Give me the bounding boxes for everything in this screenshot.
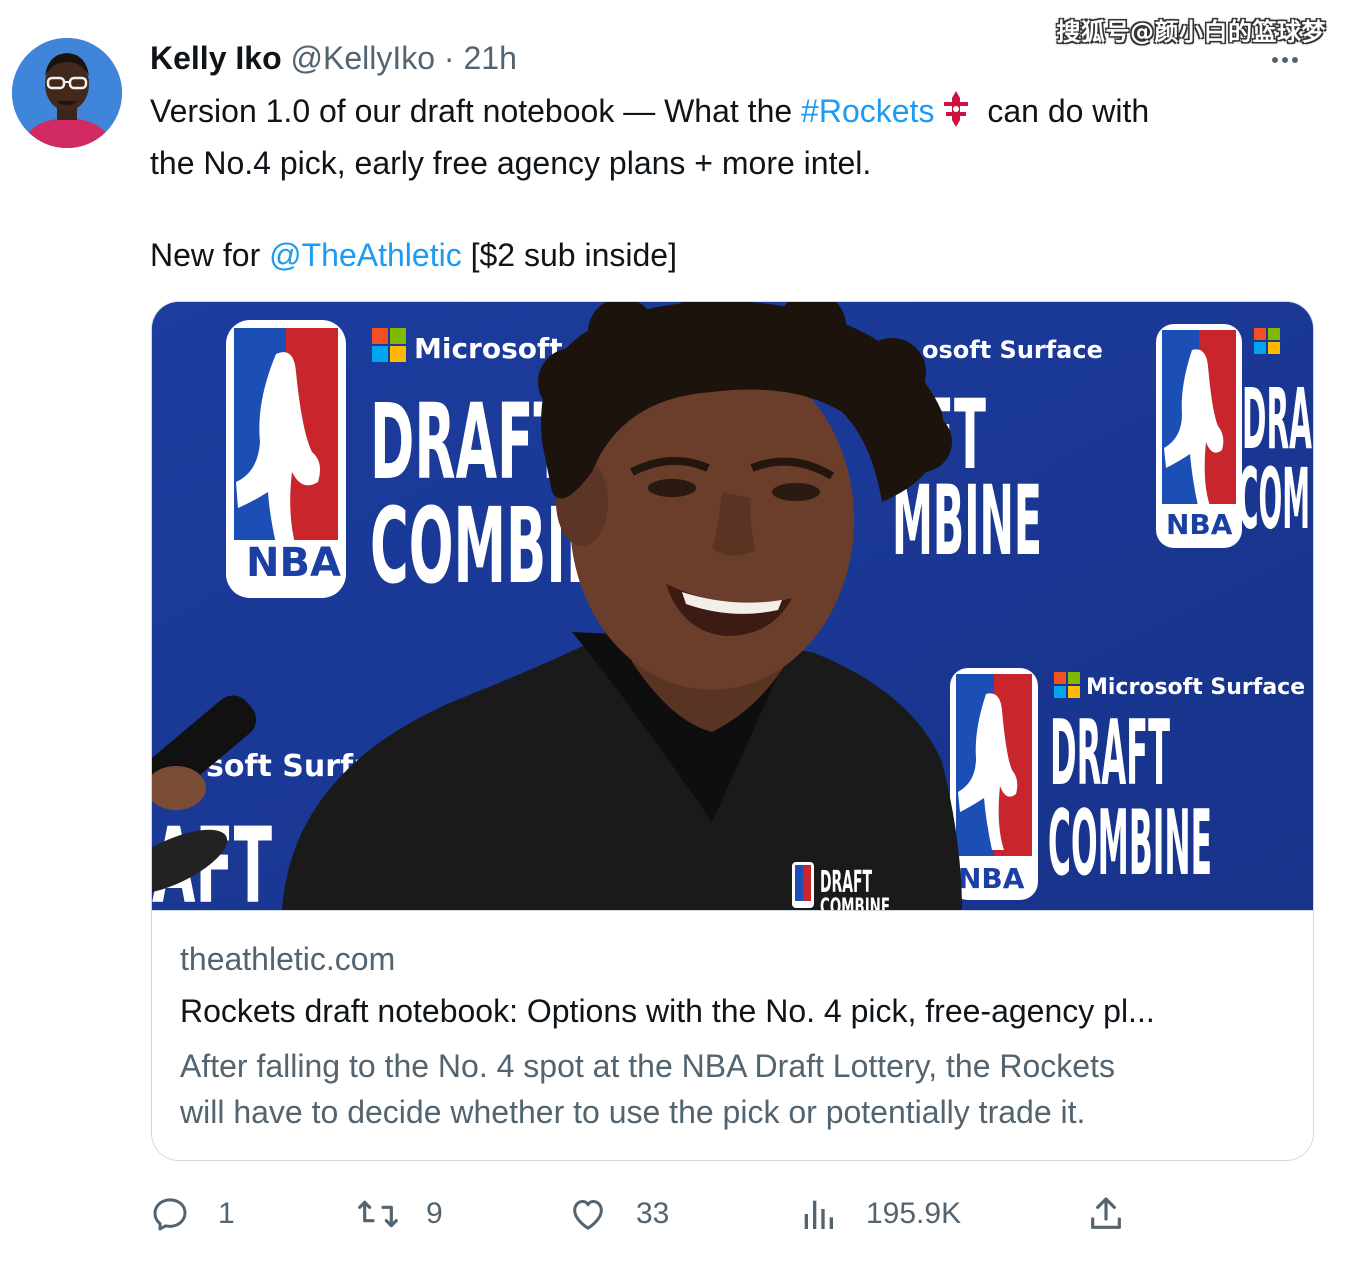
tweet-line-1: Version 1.0 of our draft notebook — What… [150,88,1300,140]
shirt-combine-text: COMBINE [820,895,890,910]
tweet-blank-line [150,186,1300,232]
sign-combine-3: COMBINE [1048,791,1212,896]
like-icon [573,1200,603,1230]
card-desc-line: will have to decide whether to use the p… [180,1094,1086,1130]
rockets-hashtag-link[interactable]: #Rockets [801,93,934,129]
nba-logo-text: NBA [246,540,341,586]
sign-brand-2: osoft Surface [922,336,1103,364]
sign-combine-4: COM [1238,450,1310,548]
views-icon [804,1200,833,1229]
nba-logo-right: NBA [1156,324,1242,548]
tweet-actions: 1 9 33 195.9K [0,1190,1356,1240]
views-count: 195.9K [866,1197,962,1230]
nba-logo-left: NBA [226,320,346,598]
tweet-header: Kelly Iko @KellyIko · 21h [150,40,517,77]
card-description: After falling to the No. 4 spot at the N… [180,1043,1280,1135]
avatar[interactable] [12,38,122,148]
retweet-button[interactable]: 9 [356,1190,443,1238]
link-card[interactable]: NBA Microsoft S DRAFT COMBIN osoft Surfa… [151,301,1314,1161]
retweet-icon [358,1200,398,1228]
views-button[interactable]: 195.9K [800,1190,961,1238]
author-name[interactable]: Kelly Iko [150,40,282,76]
like-button[interactable]: 33 [568,1190,669,1238]
share-icon [1091,1197,1121,1229]
tweet-line-2: the No.4 pick, early free agency plans +… [150,145,872,181]
share-button[interactable] [1086,1190,1126,1238]
card-domain: theathletic.com [180,941,396,977]
sign-brand-3: Microsoft Surface [1086,675,1305,700]
tweet-text-segment: New for [150,237,270,273]
reply-icon [153,1198,187,1231]
tweet-text-segment: can do with [978,93,1150,129]
separator-dot: · [443,40,455,76]
card-desc-line: After falling to the No. 4 spot at the N… [180,1048,1115,1084]
card-title: Rockets draft notebook: Options with the… [180,993,1155,1029]
reply-button[interactable]: 1 [150,1190,235,1238]
reply-count: 1 [218,1197,235,1230]
avatar-image [12,38,122,148]
tweet-text-segment: [$2 sub inside] [461,237,677,273]
nba-logo-lower: NBA [950,668,1038,900]
tweet-text-segment: Version 1.0 of our draft notebook — What… [150,93,802,129]
card-meta[interactable]: theathletic.com Rockets draft notebook: … [152,910,1313,1160]
nba-logo-text-2: NBA [1166,508,1233,541]
retweet-count: 9 [426,1197,443,1230]
author-handle[interactable]: @KellyIko [291,40,436,76]
tweet-text: Version 1.0 of our draft notebook — What… [150,88,1300,278]
tweet-time[interactable]: 21h [463,40,516,76]
card-image[interactable]: NBA Microsoft S DRAFT COMBIN osoft Surfa… [152,302,1313,910]
rockets-logo-icon [940,90,972,140]
athletic-mention-link[interactable]: @TheAthletic [269,237,462,273]
more-icon[interactable] [1272,50,1312,70]
watermark: 搜狐号@颜小白的篮球梦 [1056,18,1326,46]
nba-logo-text-3: NBA [958,862,1025,895]
tweet-line-3: New for @TheAthletic [$2 sub inside] [150,232,1300,278]
like-count: 33 [636,1197,670,1230]
